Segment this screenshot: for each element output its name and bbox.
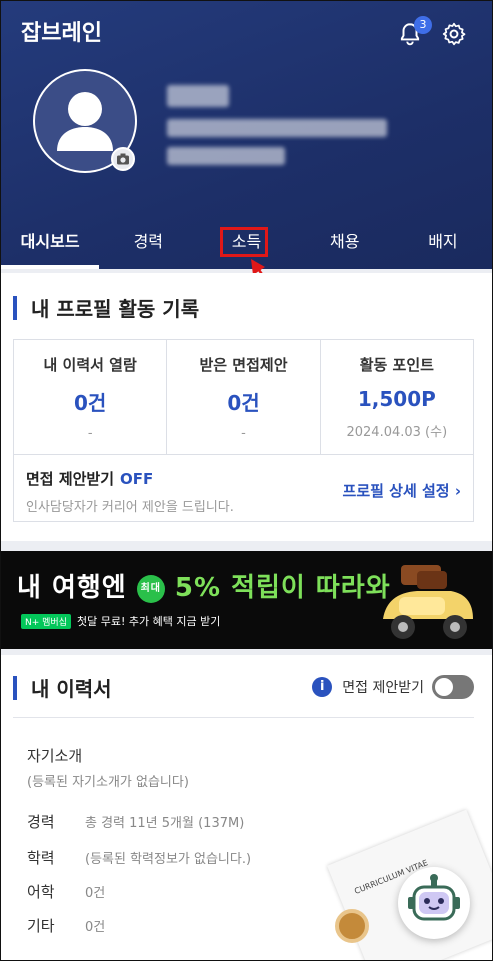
row-label: 어학	[27, 883, 55, 901]
robot-icon	[408, 874, 460, 921]
offer-label: 면접 제안받기 OFF	[26, 468, 153, 489]
resume-row-etc: 기타 0건	[27, 915, 105, 936]
gear-icon[interactable]	[441, 21, 467, 47]
app-frame: 잡브레인 3 대시보드 경력 소득 채용 배지 내 프로필 활동 기록 내 이력…	[0, 0, 493, 961]
offer-description: 인사담당자가 커리어 제안을 드립니다.	[26, 500, 234, 515]
tab-recruit[interactable]: 채용	[296, 215, 394, 269]
activity-title: 내 프로필 활동 기록	[13, 293, 199, 322]
camera-icon[interactable]	[111, 147, 135, 171]
stat-label: 활동 포인트	[359, 356, 434, 374]
chatbot-button[interactable]	[398, 867, 470, 939]
coffee-cup-illustration	[335, 909, 369, 943]
stat-label: 내 이력서 열람	[43, 356, 137, 374]
npay-badge: N+ 멤버십	[21, 614, 71, 629]
tab-career[interactable]: 경력	[99, 215, 197, 269]
stat-activity-points[interactable]: 활동 포인트 1,500P 2024.04.03 (수)	[321, 340, 473, 454]
banner-sub-text: 첫달 무료! 추가 혜택 지금 받기	[76, 615, 221, 628]
divider	[13, 717, 474, 718]
interview-offer-box: 면접 제안받기 OFF 인사담당자가 커리어 제안을 드립니다. 프로필 상세 설…	[13, 454, 474, 522]
banner-title-b: 적립이 따라와	[231, 573, 391, 603]
banner-percent: 5%	[174, 573, 222, 603]
info-icon[interactable]: i	[312, 677, 333, 697]
stat-value: 0건	[74, 391, 107, 415]
banner-title-a: 내 여행엔	[17, 573, 127, 603]
stat-resume-views[interactable]: 내 이력서 열람 0건 -	[14, 340, 168, 454]
interview-offer-toggle[interactable]	[432, 675, 474, 699]
stat-sub: -	[241, 426, 246, 441]
app-title: 잡브레인	[21, 21, 102, 46]
stats-grid: 내 이력서 열람 0건 - 받은 면접제안 0건 - 활동 포인트 1,500P…	[13, 339, 474, 455]
offer-state: OFF	[120, 470, 154, 488]
stat-label: 받은 면접제안	[199, 356, 288, 374]
offer-label-text: 면접 제안받기	[26, 470, 115, 488]
blurred-email	[167, 119, 387, 137]
resume-row-language: 어학 0건	[27, 881, 105, 902]
blurred-name	[167, 85, 229, 107]
resume-title: 내 이력서	[13, 673, 112, 702]
row-value: (등록된 학력정보가 없습니다.)	[85, 852, 252, 867]
car-illustration-icon	[383, 565, 473, 639]
income-tab-highlight	[220, 227, 268, 257]
ad-banner[interactable]: 내 여행엔 최대 5% 적립이 따라와 N+ 멤버십 첫달 무료! 추가 혜택 지…	[1, 551, 492, 649]
banner-title: 내 여행엔 최대 5% 적립이 따라와	[17, 567, 391, 604]
stat-sub: -	[87, 426, 93, 441]
resume-row-career: 경력 총 경력 11년 5개월 (137M)	[27, 811, 244, 832]
tab-badge[interactable]: 배지	[394, 215, 492, 269]
notification-badge: 3	[414, 16, 432, 34]
stat-interview-offers[interactable]: 받은 면접제안 0건 -	[167, 340, 321, 454]
activity-card: 내 프로필 활동 기록 내 이력서 열람 0건 - 받은 면접제안 0건 - 활…	[1, 273, 492, 541]
intro-title: 자기소개	[27, 747, 83, 765]
row-label: 경력	[27, 813, 55, 831]
banner-subtitle: N+ 멤버십 첫달 무료! 추가 혜택 지금 받기	[21, 613, 220, 629]
row-value: 0건	[85, 920, 106, 935]
profile-settings-link[interactable]: 프로필 상세 설정 ›	[343, 480, 461, 501]
row-label: 학력	[27, 849, 55, 867]
tab-dashboard[interactable]: 대시보드	[1, 215, 100, 269]
row-value: 0건	[85, 886, 106, 901]
row-value: 총 경력 11년 5개월 (137M)	[85, 816, 245, 831]
toggle-label: 면접 제안받기	[342, 680, 424, 696]
blurred-info	[167, 147, 285, 165]
stat-sub: 2024.04.03 (수)	[346, 425, 448, 440]
max-badge: 최대	[136, 574, 165, 603]
stat-value: 0건	[227, 391, 260, 415]
row-label: 기타	[27, 917, 55, 935]
stat-value: 1,500P	[357, 387, 436, 411]
interview-toggle-group: i 면접 제안받기	[312, 675, 474, 699]
resume-row-education: 학력 (등록된 학력정보가 없습니다.)	[27, 847, 251, 868]
intro-empty: (등록된 자기소개가 없습니다)	[27, 775, 189, 790]
